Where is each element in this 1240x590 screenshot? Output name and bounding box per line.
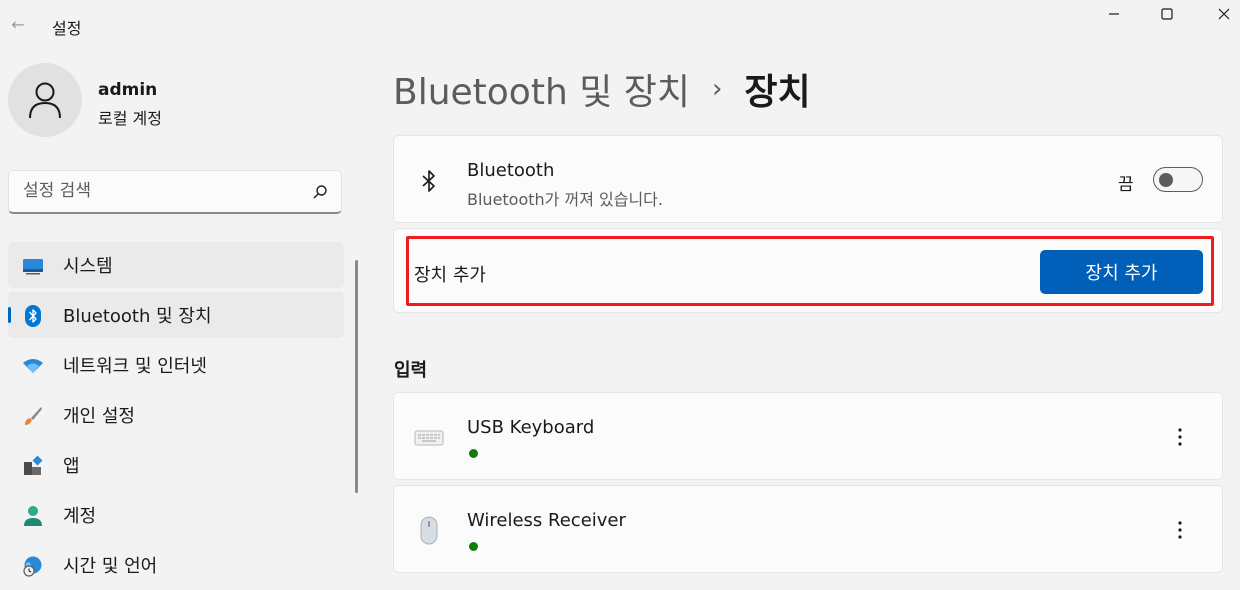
sidebar-item-personalization[interactable]: 개인 설정 xyxy=(8,392,344,438)
sidebar-nav: 시스템 Bluetooth 및 장치 네트워크 및 인터넷 개인 설정 앱 계정 xyxy=(8,242,344,590)
app-title: 설정 xyxy=(52,19,82,38)
status-dot xyxy=(469,449,478,458)
search-icon[interactable] xyxy=(311,183,329,201)
bluetooth-icon xyxy=(22,305,44,327)
minimize-icon xyxy=(1109,13,1119,15)
account-type: 로컬 계정 xyxy=(98,109,162,128)
sidebar-item-label: Bluetooth 및 장치 xyxy=(63,306,212,327)
keyboard-icon xyxy=(414,423,444,453)
sidebar-scrollbar[interactable] xyxy=(355,260,358,493)
user-icon xyxy=(29,82,61,119)
add-device-label: 장치 추가 xyxy=(414,265,486,286)
sidebar-item-label: 시간 및 언어 xyxy=(63,556,158,577)
title-bar: ← 설정 xyxy=(0,0,1240,48)
avatar[interactable] xyxy=(8,63,82,137)
add-device-card: 장치 추가 장치 추가 xyxy=(393,228,1223,313)
sidebar-item-label: 개인 설정 xyxy=(63,406,135,427)
sidebar-item-apps[interactable]: 앱 xyxy=(8,442,344,488)
sidebar-item-label: 계정 xyxy=(63,506,97,527)
mouse-icon xyxy=(414,516,444,546)
breadcrumb: Bluetooth 및 장치 › 장치 xyxy=(393,64,811,114)
bluetooth-toggle[interactable] xyxy=(1153,167,1203,192)
maximize-icon xyxy=(1161,8,1173,20)
user-name: admin xyxy=(98,80,158,100)
sidebar-item-label: 네트워크 및 인터넷 xyxy=(63,356,207,377)
page-title: 장치 xyxy=(744,72,811,113)
sidebar-item-time-language[interactable]: 시간 및 언어 xyxy=(8,542,344,588)
device-name: USB Keyboard xyxy=(467,417,595,438)
sidebar-item-label: 시스템 xyxy=(63,256,113,277)
paintbrush-icon xyxy=(22,405,44,427)
search-input[interactable] xyxy=(9,171,289,211)
bluetooth-card: Bluetooth Bluetooth가 꺼져 있습니다. 끔 xyxy=(393,135,1223,223)
sidebar-item-accounts[interactable]: 계정 xyxy=(8,492,344,538)
minimize-button[interactable] xyxy=(1090,0,1138,28)
back-arrow-icon: ← xyxy=(11,14,25,34)
close-button[interactable] xyxy=(1200,0,1240,28)
breadcrumb-parent[interactable]: Bluetooth 및 장치 xyxy=(393,63,690,115)
add-device-button[interactable]: 장치 추가 xyxy=(1040,250,1203,294)
bluetooth-status-text: Bluetooth가 꺼져 있습니다. xyxy=(467,190,663,209)
account-icon xyxy=(22,505,44,527)
toggle-state-label: 끔 xyxy=(1118,175,1134,195)
section-title-input: 입력 xyxy=(394,360,428,381)
device-name: Wireless Receiver xyxy=(467,510,626,531)
apps-icon xyxy=(22,455,44,477)
active-indicator xyxy=(8,307,11,323)
close-icon xyxy=(1218,8,1230,20)
globe-clock-icon xyxy=(22,555,44,577)
wifi-icon xyxy=(22,355,44,377)
device-row[interactable]: USB Keyboard xyxy=(393,392,1223,480)
sidebar-item-network[interactable]: 네트워크 및 인터넷 xyxy=(8,342,344,388)
more-vertical-icon xyxy=(1178,521,1182,539)
breadcrumb-separator-icon: › xyxy=(712,74,723,104)
device-row[interactable]: Wireless Receiver xyxy=(393,485,1223,573)
sidebar-item-system[interactable]: 시스템 xyxy=(8,242,344,288)
status-dot xyxy=(469,542,478,551)
more-vertical-icon xyxy=(1178,428,1182,446)
bluetooth-icon xyxy=(414,166,444,196)
maximize-button[interactable] xyxy=(1143,0,1191,28)
bluetooth-title: Bluetooth xyxy=(467,160,555,181)
sidebar-item-label: 앱 xyxy=(63,456,80,477)
sidebar-item-bluetooth-devices[interactable]: Bluetooth 및 장치 xyxy=(8,292,344,338)
more-options-button[interactable] xyxy=(1168,425,1192,449)
back-button[interactable]: ← xyxy=(6,12,30,36)
system-monitor-icon xyxy=(22,255,44,277)
toggle-knob xyxy=(1159,173,1173,187)
more-options-button[interactable] xyxy=(1168,518,1192,542)
search-box[interactable] xyxy=(8,170,342,214)
